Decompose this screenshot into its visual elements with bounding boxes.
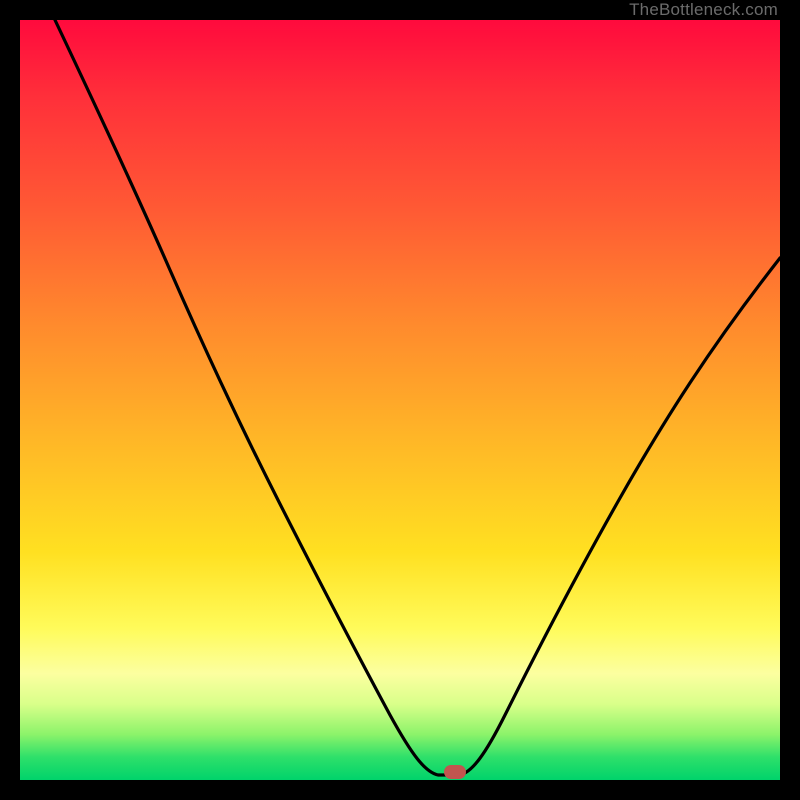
chart-stage: TheBottleneck.com: [0, 0, 800, 800]
plot-area: [20, 20, 780, 780]
watermark-label: TheBottleneck.com: [629, 0, 778, 20]
curve-svg: [20, 20, 780, 780]
minimum-marker: [444, 765, 466, 779]
bottleneck-curve-path: [55, 20, 780, 775]
